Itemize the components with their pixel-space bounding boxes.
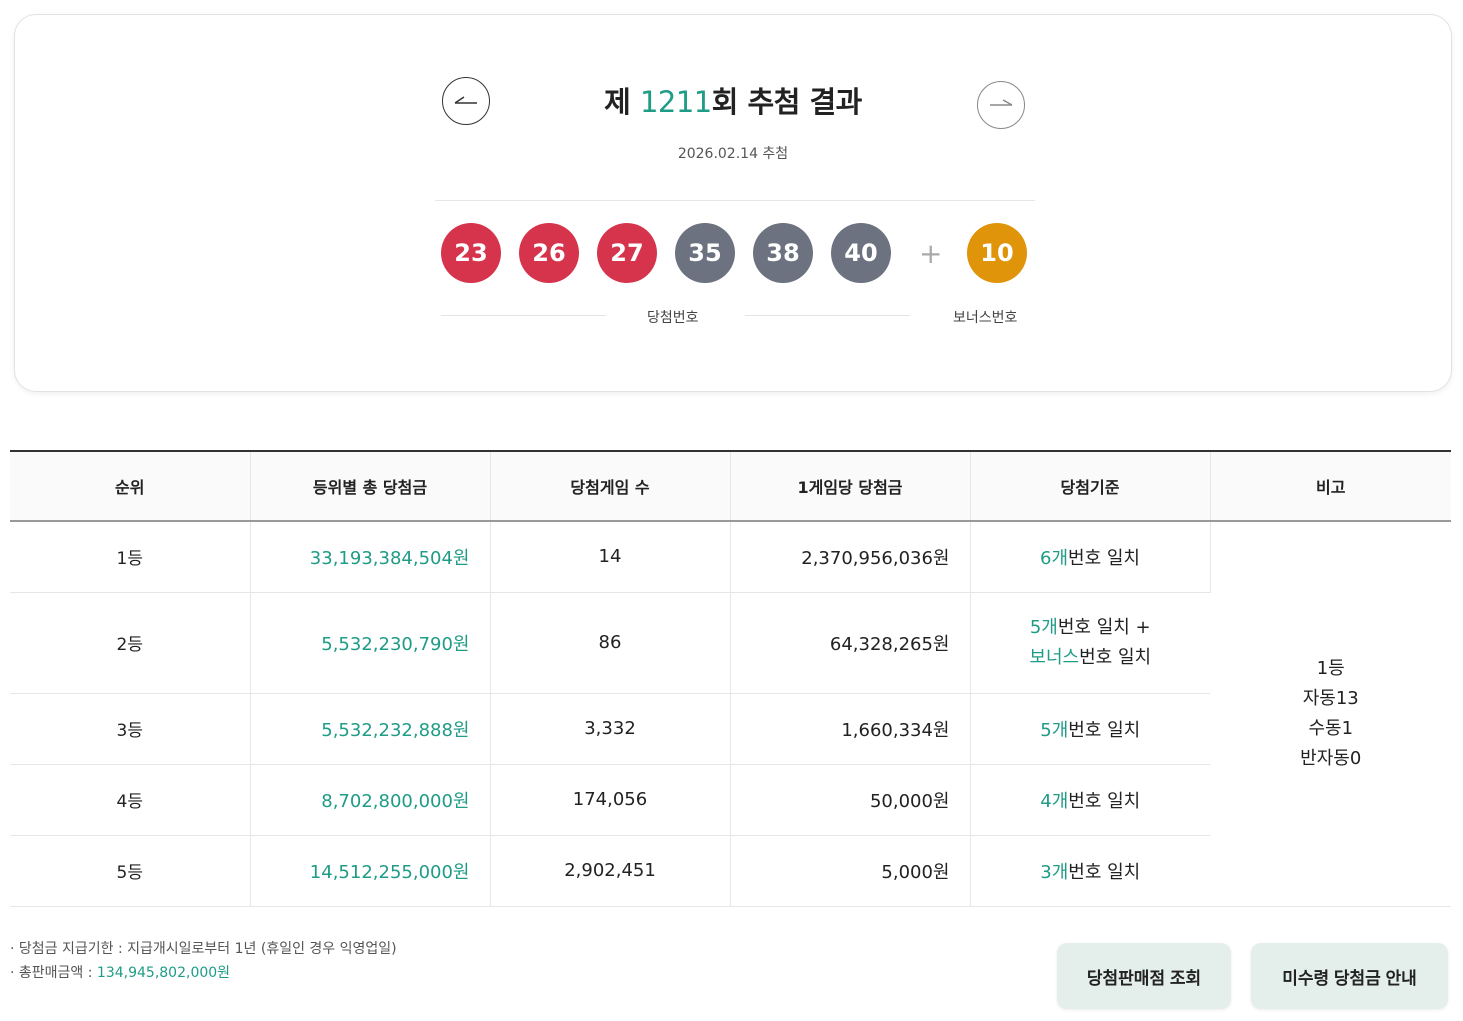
table-row: 1등 33,193,384,504원 14 2,370,956,036원 6개번… [10,521,1451,907]
unclaimed-prize-info-button[interactable]: 미수령 당첨금 안내 [1251,943,1448,1009]
note-line: 자동13 [1302,687,1359,709]
criteria-cell: 4개번호 일치 [970,764,1210,836]
payment-deadline-note: · 당첨금 지급기한 : 지급개시일로부터 1년 (휴일인 경우 익영업일) [10,941,397,957]
criteria-count: 5개 [1040,719,1069,741]
total-sales-note: · 총판매금액 : 134,945,802,000원 [10,961,397,985]
criteria-count: 6개 [1040,547,1069,569]
winning-ball-1: 23 [441,223,501,283]
criteria-text: 번호 일치 [1068,547,1140,569]
draw-date: 2026.02.14 추첨 [677,146,789,162]
winning-games-cell: 174,056 [490,764,731,836]
per-game-prize-cell: 5,000원 [730,835,971,907]
title-prefix: 제 [604,85,640,119]
per-game-prize-cell: 1,660,334원 [730,693,971,765]
prize-table: 순위 등위별 총 당첨금 당첨게임 수 1게임당 당첨금 당첨기준 비고 1등 … [10,450,1451,907]
per-game-prize-cell: 64,328,265원 [730,592,971,694]
winning-games-cell: 2,902,451 [490,835,731,907]
criteria-text: 번호 일치 [1068,719,1141,741]
criteria-bonus: 보너스 [1029,646,1080,668]
note-line: 수동1 [1308,717,1354,739]
header-total-prize: 등위별 총 당첨금 [250,451,491,522]
winning-ball-2: 26 [519,223,579,283]
total-sales-label: · 총판매금액 : [10,965,97,981]
footnotes: · 당첨금 지급기한 : 지급개시일로부터 1년 (휴일인 경우 익영업일) ·… [10,937,397,985]
winning-ball-4: 35 [675,223,735,283]
header-per-game-prize: 1게임당 당첨금 [730,451,971,522]
total-prize-cell: 33,193,384,504원 [250,521,491,593]
criteria-text: 번호 일치 [1068,861,1141,883]
total-prize-cell: 8,702,800,000원 [250,764,491,836]
winning-numbers-label: 당첨번호 [647,310,699,326]
label-line-right [745,315,910,316]
label-line-left [441,315,606,316]
criteria-cell: 6개번호 일치 [970,521,1211,593]
winning-ball-5: 38 [753,223,813,283]
header-note: 비고 [1210,451,1451,522]
criteria-count: 3개 [1040,861,1069,883]
criteria-text: 번호 일치 + [1057,616,1151,638]
winning-games-cell: 3,332 [490,693,731,765]
rank-cell: 1등 [10,521,251,593]
note-cell: 1등 자동13 수동1 반자동0 [1210,521,1451,907]
rank-cell: 3등 [10,693,251,765]
criteria-count: 5개 [1029,616,1058,638]
total-prize-cell: 5,532,232,888원 [250,693,491,765]
next-round-button[interactable] [977,81,1025,129]
winning-games-cell: 86 [490,592,731,694]
per-game-prize-cell: 2,370,956,036원 [730,521,971,593]
table-header-row: 순위 등위별 총 당첨금 당첨게임 수 1게임당 당첨금 당첨기준 비고 [10,451,1451,522]
winning-ball-6: 40 [831,223,891,283]
rank-cell: 5등 [10,835,251,907]
header-winning-games: 당첨게임 수 [490,451,731,522]
round-number: 1211 [639,85,712,119]
rank-cell: 4등 [10,764,251,836]
page-title: 제 1211회 추첨 결과 [15,79,1451,121]
winning-store-search-button[interactable]: 당첨판매점 조회 [1057,943,1231,1009]
note-line: 1등 [1316,657,1345,679]
header-rank: 순위 [10,451,251,522]
winning-games-cell: 14 [490,521,731,593]
criteria-text: 번호 일치 [1068,790,1141,812]
total-prize-cell: 5,532,230,790원 [250,592,491,694]
criteria-count: 4개 [1040,790,1069,812]
header-criteria: 당첨기준 [970,451,1211,522]
divider [435,200,1035,201]
rank-cell: 2등 [10,592,251,694]
plus-sign: + [919,237,943,270]
criteria-text: 번호 일치 [1079,646,1152,668]
bonus-number-label: 보너스번호 [953,310,1018,326]
draw-result-card: 제 1211회 추첨 결과 2026.02.14 추첨 23 26 27 35 … [14,14,1452,392]
note-line: 반자동0 [1300,747,1362,769]
arrow-right-icon [990,99,1013,106]
bonus-ball: 10 [967,223,1027,283]
title-suffix: 회 추첨 결과 [711,85,863,119]
criteria-cell: 5개번호 일치 + 보너스번호 일치 [970,592,1210,694]
criteria-cell: 5개번호 일치 [970,693,1210,765]
total-prize-cell: 14,512,255,000원 [250,835,491,907]
per-game-prize-cell: 50,000원 [730,764,971,836]
winning-ball-3: 27 [597,223,657,283]
criteria-cell: 3개번호 일치 [970,835,1210,907]
total-sales-value: 134,945,802,000원 [96,965,231,981]
